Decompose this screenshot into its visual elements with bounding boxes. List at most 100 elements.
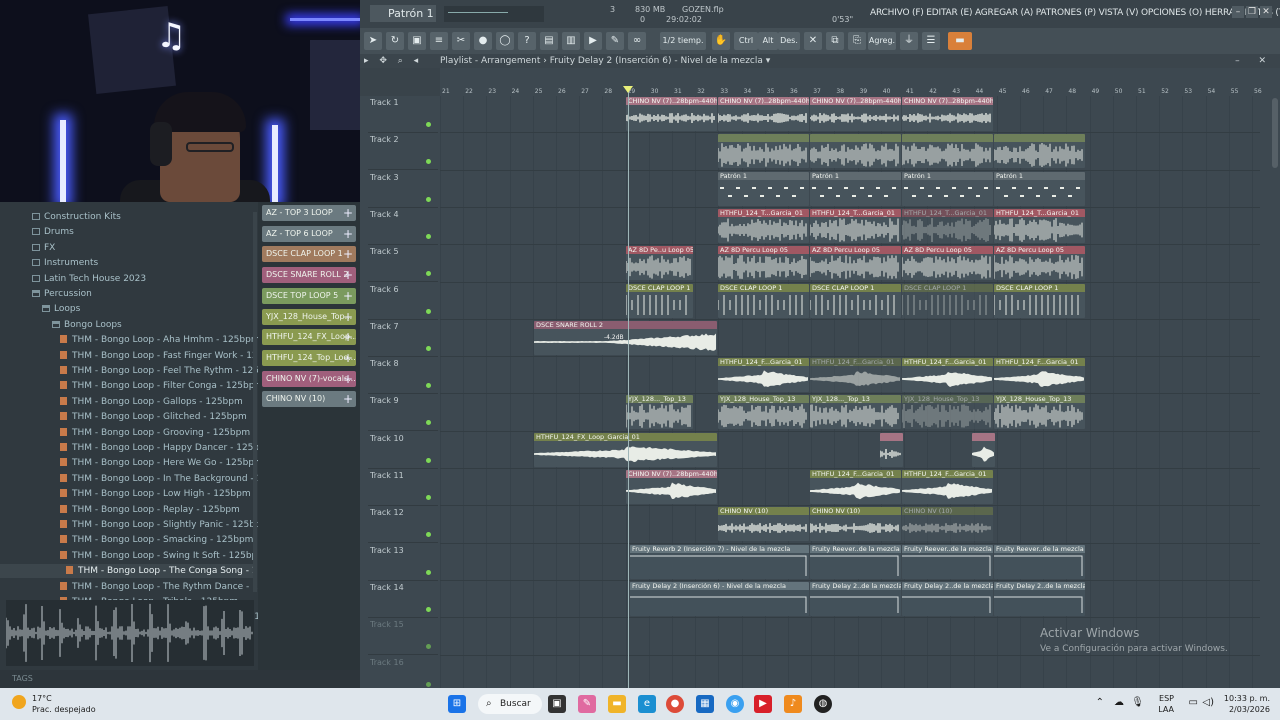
timeline-ruler[interactable]: 21 22 23 24 25 26 27 28 29 30 31 32 33 34 35 36 37 38 39 40…: [440, 88, 1280, 96]
playlist-clip[interactable]: YJX_128_House_Top_13: [994, 395, 1085, 430]
channel-button[interactable]: CHINO NV (10) +: [262, 391, 356, 408]
playlist-clip[interactable]: YJX_128..._Top_13: [626, 395, 693, 430]
paint-app-icon[interactable]: ✎: [578, 695, 596, 713]
track-mute-led-icon[interactable]: [426, 569, 431, 575]
link-icon[interactable]: ∞: [628, 32, 646, 50]
add-icon[interactable]: +: [343, 309, 353, 325]
list-icon[interactable]: ☰: [922, 32, 940, 50]
playlist-clip[interactable]: [880, 432, 903, 467]
browser-icon[interactable]: ▤: [540, 32, 558, 50]
playlist-clip[interactable]: HTHFU_124_T...Garcia_01: [994, 208, 1085, 243]
track-header[interactable]: Track 5: [368, 245, 438, 283]
save-icon[interactable]: ▣: [408, 32, 426, 50]
arrow-icon[interactable]: ➤: [364, 32, 382, 50]
channel-button[interactable]: DSCE CLAP LOOP 1 +: [262, 246, 356, 263]
track-header[interactable]: Track 8: [368, 357, 438, 395]
browser-folder-item[interactable]: Percussion: [0, 287, 253, 301]
playlist-clip[interactable]: YJX_128_House_Top_13: [902, 395, 993, 430]
browser-file-item[interactable]: THM - Bongo Loop - Fast Finger Work - 12…: [0, 349, 284, 363]
obs-icon[interactable]: ◍: [814, 695, 832, 713]
playlist-clip[interactable]: HTHFU_124_T...Garcia_01: [718, 208, 809, 243]
playlist-clip[interactable]: [718, 134, 809, 169]
help-icon[interactable]: ?: [518, 32, 536, 50]
browser-scrollbar[interactable]: [253, 212, 257, 592]
browser-file-item[interactable]: THM - Bongo Loop - The Conga Song - 125b…: [0, 564, 289, 579]
cloud-icon[interactable]: ☁: [1114, 697, 1124, 708]
track-mute-led-icon[interactable]: [426, 196, 431, 202]
taskbar-search[interactable]: ⌕ Buscar: [478, 694, 542, 714]
browser-folder-item[interactable]: Construction Kits: [0, 210, 253, 224]
track-header[interactable]: Track 4: [368, 208, 438, 245]
browser-file-item[interactable]: THM - Bongo Loop - Low High - 125bpm: [0, 487, 253, 501]
playlist-clip[interactable]: Fruity Reever..de la mezcla: [810, 544, 901, 579]
chevron-up-icon[interactable]: ⌃: [1096, 697, 1104, 708]
playhead-marker-icon[interactable]: [623, 86, 633, 93]
store-icon[interactable]: ▦: [696, 695, 714, 713]
playlist-clip[interactable]: CHINO NV (10): [810, 507, 901, 542]
browser-folder-item[interactable]: Loops: [0, 302, 253, 316]
track-header[interactable]: Track 10: [368, 432, 438, 469]
playlist-arrangement[interactable]: 21 22 23 24 25 26 27 28 29 30 31 32 33 34 35 36 37 38 39 40…: [360, 68, 1280, 688]
volume-icon[interactable]: ◁): [1202, 697, 1214, 708]
chat-icon[interactable]: ◯: [496, 32, 514, 50]
chrome-icon[interactable]: ●: [666, 695, 684, 713]
playlist-clip[interactable]: DSCE CLAP LOOP 1: [810, 283, 901, 318]
playlist-tool-icons[interactable]: ▸ ✥ ⌕ ◂: [364, 54, 422, 68]
playlist-clip[interactable]: Fruity Delay 2 (Inserción 6) - Nivel de …: [630, 581, 809, 616]
browser-folder-item[interactable]: Latin Tech House 2023: [0, 272, 253, 286]
playlist-clip[interactable]: CHINO NV (10): [902, 507, 993, 542]
chevron-icon[interactable]: ▾: [766, 56, 771, 66]
track-mute-led-icon[interactable]: [426, 271, 431, 277]
playlist-clip[interactable]: Fruity Delay 2..de la mezcla: [902, 581, 993, 616]
playlist-window-controls[interactable]: – ✕: [1235, 54, 1274, 68]
add-icon[interactable]: +: [343, 205, 353, 221]
playlist-clip[interactable]: HTHFU_124_F...Garcia_01: [718, 358, 809, 393]
copy-icon[interactable]: ⧉: [826, 32, 844, 50]
playhead[interactable]: [628, 88, 629, 688]
track-header[interactable]: Track 6: [368, 283, 438, 320]
track-header[interactable]: Track 1: [368, 96, 438, 133]
add-icon[interactable]: +: [343, 350, 353, 366]
playlist-clip[interactable]: DSCE CLAP LOOP 1: [902, 283, 993, 318]
playlist-clip[interactable]: AZ 8D Percu Loop 05: [810, 246, 901, 281]
media-app-icon[interactable]: ▶: [754, 695, 772, 713]
hand-icon[interactable]: ✋: [712, 32, 730, 50]
browser-file-item[interactable]: THM - Bongo Loop - Glitched - 125bpm: [0, 410, 253, 424]
playlist-clip[interactable]: HTHFU_124_F...Garcia_01: [994, 358, 1085, 393]
playlist-clip[interactable]: CHINO NV (10): [718, 507, 809, 542]
fl-studio-icon[interactable]: ♪: [784, 695, 802, 713]
file-explorer-icon[interactable]: ▬: [608, 695, 626, 713]
track-mute-led-icon[interactable]: [426, 383, 431, 389]
track-mute-led-icon[interactable]: [426, 233, 431, 239]
channel-button[interactable]: DSCE SNARE ROLL 2 +: [262, 267, 356, 284]
close-icon[interactable]: ✕: [1260, 6, 1272, 18]
mic-icon[interactable]: ●: [474, 32, 492, 50]
browser-file-item[interactable]: THM - Bongo Loop - In The Background - 1…: [0, 472, 294, 486]
track-header[interactable]: Track 13: [368, 544, 438, 581]
browser-file-item[interactable]: THM - Bongo Loop - Slightly Panic - 125b…: [0, 518, 269, 532]
channel-button[interactable]: CHINO NV (7)-vocals... +: [262, 370, 356, 387]
playlist-clip[interactable]: AZ 8D Percu Loop 05: [902, 246, 993, 281]
add-icon[interactable]: +: [343, 246, 353, 262]
add-icon[interactable]: +: [343, 329, 353, 345]
channel-button[interactable]: AZ - TOP 6 LOOP +: [262, 225, 356, 242]
track-mute-led-icon[interactable]: [426, 681, 431, 687]
playlist-clip[interactable]: Patrón 1: [902, 171, 993, 206]
browser-file-item[interactable]: THM - Bongo Loop - Filter Conga - 125bpm: [0, 379, 263, 393]
playlist-clip[interactable]: HTHFU_124_F...Garcia_01: [810, 358, 901, 393]
loop-icon[interactable]: ↻: [386, 32, 404, 50]
add-icon[interactable]: +: [343, 371, 353, 387]
alt-button[interactable]: Alt: [758, 32, 778, 50]
track-header[interactable]: Track 11: [368, 469, 438, 506]
playlist-clip[interactable]: [810, 134, 901, 169]
restore-icon[interactable]: ❐: [1246, 6, 1258, 18]
track-header[interactable]: Track 15: [368, 618, 438, 656]
track-mute-led-icon[interactable]: [426, 457, 431, 463]
track-mute-led-icon[interactable]: [426, 122, 431, 127]
playlist-clip[interactable]: YJX_128..._Top_13: [810, 395, 901, 430]
delete-icon[interactable]: ✕: [804, 32, 822, 50]
network-icon[interactable]: ▭: [1189, 697, 1198, 708]
browser-file-item[interactable]: THM - Bongo Loop - Gallops - 125bpm: [0, 395, 253, 409]
track-header[interactable]: Track 3: [368, 171, 438, 208]
playlist-clip[interactable]: Patrón 1: [810, 171, 901, 206]
